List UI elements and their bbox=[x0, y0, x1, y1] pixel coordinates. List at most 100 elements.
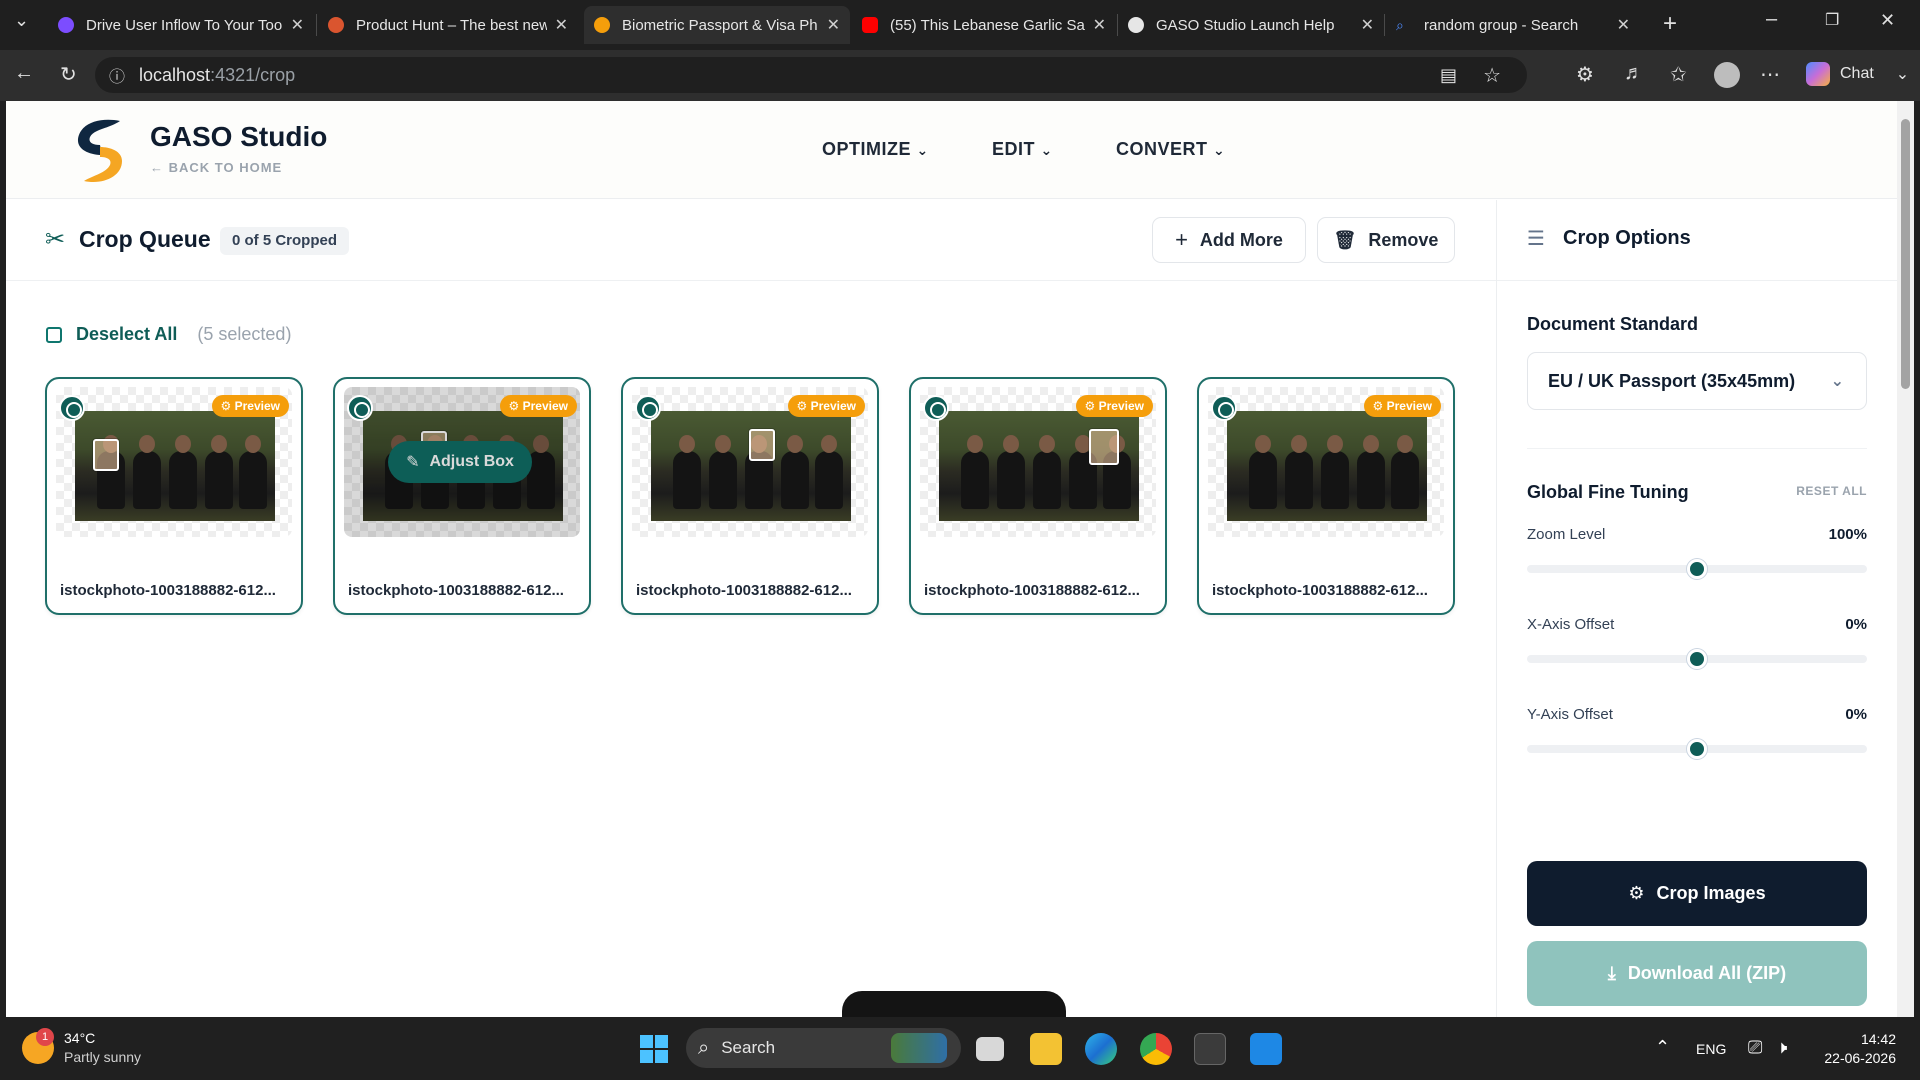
image-card[interactable]: ⚙ Preview istockphoto-1003188882-612... bbox=[1197, 377, 1455, 615]
crop-queue-title: Crop Queue bbox=[79, 226, 211, 252]
browser-chrome: ⌄ Drive User Inflow To Your Too ✕ Product… bbox=[0, 0, 1920, 101]
profile-avatar[interactable] bbox=[1714, 62, 1740, 88]
gear-icon: ⚙ bbox=[796, 399, 811, 413]
tab-2-active[interactable]: Biometric Passport & Visa Ph ✕ bbox=[584, 6, 850, 44]
file-name: istockphoto-1003188882-612... bbox=[636, 582, 852, 599]
tab-4[interactable]: GASO Studio Launch Help ✕ bbox=[1118, 6, 1384, 44]
copilot-icon bbox=[1806, 62, 1830, 86]
chevron-down-icon: ⌄ bbox=[1040, 142, 1053, 158]
chrome-icon[interactable] bbox=[1140, 1033, 1172, 1065]
nav-edit[interactable]: EDIT ⌄ bbox=[992, 139, 1053, 160]
gaso-logo-icon[interactable] bbox=[70, 115, 130, 187]
nav-convert[interactable]: CONVERT ⌄ bbox=[1116, 139, 1225, 160]
favicon-icon bbox=[58, 17, 74, 33]
reader-icon[interactable]: ▤ bbox=[1440, 65, 1457, 86]
close-tab-icon[interactable]: ✕ bbox=[1617, 15, 1630, 35]
y-axis-offset-slider[interactable]: Y-Axis Offset 0% bbox=[1527, 706, 1867, 759]
close-tab-icon[interactable]: ✕ bbox=[291, 15, 304, 35]
terminal-icon[interactable] bbox=[1194, 1033, 1226, 1065]
tab-5[interactable]: ⌕ random group - Search ✕ bbox=[1386, 6, 1640, 44]
download-all-zip-button[interactable]: ⤓ Download All (ZIP) bbox=[1527, 941, 1867, 1006]
task-view-icon[interactable] bbox=[976, 1037, 1004, 1061]
file-name: istockphoto-1003188882-612... bbox=[1212, 582, 1428, 599]
floating-toolbar[interactable] bbox=[842, 991, 1066, 1017]
app-header: GASO Studio ← BACK TO HOME OPTIMIZE ⌄ ED… bbox=[6, 101, 1897, 199]
close-tab-icon[interactable]: ✕ bbox=[827, 15, 840, 35]
file-explorer-icon[interactable] bbox=[1030, 1033, 1062, 1065]
document-standard-select[interactable]: EU / UK Passport (35x45mm) ⌄ bbox=[1527, 352, 1867, 410]
nav-optimize[interactable]: OPTIMIZE ⌄ bbox=[822, 139, 929, 160]
language-indicator[interactable]: ENG bbox=[1696, 1041, 1726, 1057]
crop-images-button[interactable]: ⚙ Crop Images bbox=[1527, 861, 1867, 926]
image-card[interactable]: ⚙ Preview istockphoto-1003188882-612... bbox=[45, 377, 303, 615]
image-card[interactable]: ✎ Adjust Box ⚙ Preview istockphoto-100318… bbox=[333, 377, 591, 615]
search-highlight-icon bbox=[891, 1033, 947, 1063]
image-card[interactable]: ⚙ Preview istockphoto-1003188882-612... bbox=[621, 377, 879, 615]
favicon-icon bbox=[1128, 17, 1144, 33]
clock[interactable]: 14:42 22-06-2026 bbox=[1818, 1030, 1896, 1068]
image-card[interactable]: ⚙ Preview istockphoto-1003188882-612... bbox=[909, 377, 1167, 615]
page-scrollbar[interactable] bbox=[1897, 101, 1914, 1017]
read-aloud-icon[interactable]: ♬ bbox=[1624, 62, 1644, 85]
add-more-button[interactable]: + Add More bbox=[1152, 217, 1306, 263]
x-axis-offset-slider[interactable]: X-Axis Offset 0% bbox=[1527, 616, 1867, 669]
favorite-star-icon[interactable]: ☆ bbox=[1483, 63, 1501, 88]
extensions-icon[interactable]: ⚙ bbox=[1576, 62, 1594, 87]
selected-check-icon[interactable] bbox=[635, 395, 661, 421]
checkbox[interactable] bbox=[46, 326, 62, 343]
slider-handle[interactable] bbox=[1687, 739, 1707, 759]
tab-0[interactable]: Drive User Inflow To Your Too ✕ bbox=[48, 6, 314, 44]
refresh-icon[interactable]: ↻ bbox=[60, 62, 77, 87]
zoom-level-slider[interactable]: Zoom Level 100% bbox=[1527, 526, 1867, 579]
network-icon[interactable]: ⎚ bbox=[1748, 1037, 1762, 1058]
selected-check-icon[interactable] bbox=[347, 395, 373, 421]
favicon-icon bbox=[862, 17, 878, 33]
close-tab-icon[interactable]: ✕ bbox=[555, 15, 568, 35]
selected-check-icon[interactable] bbox=[59, 395, 85, 421]
remove-button[interactable]: 🗑 Remove bbox=[1317, 217, 1455, 263]
edge-icon[interactable] bbox=[1085, 1033, 1117, 1065]
back-to-home-link[interactable]: ← BACK TO HOME bbox=[150, 160, 282, 175]
global-fine-tuning-label: Global Fine Tuning bbox=[1527, 482, 1689, 502]
site-info-icon[interactable]: ⓘ bbox=[109, 63, 125, 87]
adjust-box-button[interactable]: ✎ Adjust Box bbox=[388, 441, 532, 483]
reset-all-button[interactable]: RESET ALL bbox=[1796, 484, 1867, 498]
selected-check-icon[interactable] bbox=[1211, 395, 1237, 421]
slider-handle[interactable] bbox=[1687, 649, 1707, 669]
maximize-icon[interactable]: ❐ bbox=[1825, 10, 1839, 30]
brand-name[interactable]: GASO Studio bbox=[150, 121, 327, 153]
chevron-down-icon: ⌄ bbox=[1830, 373, 1844, 390]
new-tab-icon[interactable]: + bbox=[1663, 10, 1677, 38]
start-icon[interactable] bbox=[640, 1035, 668, 1063]
more-icon[interactable]: ⋯ bbox=[1760, 62, 1780, 87]
taskbar-search[interactable]: ⌕ Search bbox=[686, 1028, 961, 1068]
address-bar[interactable]: ⓘ localhost:4321/crop ▤ ☆ bbox=[95, 57, 1527, 93]
slider-handle[interactable] bbox=[1687, 559, 1707, 579]
close-tab-icon[interactable]: ✕ bbox=[1361, 15, 1374, 35]
back-icon[interactable]: ← bbox=[14, 62, 34, 85]
crop-queue-panel: ✂ Crop Queue 0 of 5 Cropped + Add More 🗑 R… bbox=[6, 200, 1496, 1017]
weather-widget[interactable]: 1 34°C Partly sunny bbox=[22, 1028, 141, 1067]
close-window-icon[interactable]: ✕ bbox=[1880, 10, 1895, 31]
chevron-down-icon: ⌄ bbox=[916, 142, 929, 158]
tab-3[interactable]: (55) This Lebanese Garlic Sau ✕ bbox=[852, 6, 1116, 44]
selected-check-icon[interactable] bbox=[923, 395, 949, 421]
minimize-icon[interactable]: – bbox=[1766, 8, 1777, 31]
tab-list-icon[interactable]: ⌄ bbox=[14, 10, 29, 31]
copilot-chat-button[interactable]: Chat ⌄ bbox=[1806, 62, 1909, 86]
volume-muted-icon[interactable]: 🕨 bbox=[1776, 1037, 1787, 1058]
preview-badge[interactable]: ⚙ Preview bbox=[211, 395, 289, 417]
favorites-icon[interactable]: ✩ bbox=[1670, 62, 1687, 87]
close-tab-icon[interactable]: ✕ bbox=[1093, 15, 1106, 35]
tab-strip: ⌄ Drive User Inflow To Your Too ✕ Product… bbox=[0, 0, 1920, 50]
download-icon: ⤓ bbox=[1607, 963, 1616, 983]
preview-badge[interactable]: ⚙ Preview bbox=[499, 395, 577, 417]
deselect-all-toggle[interactable]: Deselect All (5 selected) bbox=[46, 324, 291, 345]
preview-badge[interactable]: ⚙ Preview bbox=[1363, 395, 1441, 417]
tab-1[interactable]: Product Hunt – The best new ✕ bbox=[318, 6, 578, 44]
preview-badge[interactable]: ⚙ Preview bbox=[787, 395, 865, 417]
tray-overflow-icon[interactable]: ⌃ bbox=[1655, 1037, 1670, 1058]
scrollbar-thumb[interactable] bbox=[1901, 119, 1910, 389]
preview-badge[interactable]: ⚙ Preview bbox=[1075, 395, 1153, 417]
vscode-icon[interactable] bbox=[1250, 1033, 1282, 1065]
